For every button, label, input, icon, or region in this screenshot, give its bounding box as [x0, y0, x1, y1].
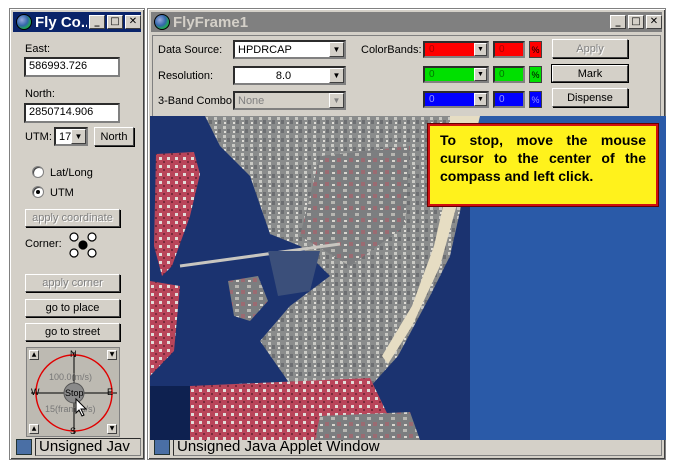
- java-icon: [154, 439, 170, 455]
- java-icon: [16, 439, 32, 455]
- corner-center[interactable]: [78, 240, 88, 250]
- flyframe-titlebar[interactable]: FlyFrame1 _ □ ✕: [151, 12, 662, 32]
- red-band-value: 0: [429, 44, 435, 55]
- maximize-button[interactable]: □: [628, 15, 644, 29]
- green-band-percent-field[interactable]: 0: [493, 66, 525, 83]
- data-source-label: Data Source:: [158, 44, 223, 56]
- east-label: East:: [25, 43, 51, 55]
- latlong-radio[interactable]: [32, 166, 44, 178]
- corner-label: Corner:: [25, 238, 62, 250]
- red-percent-button[interactable]: %: [529, 41, 542, 58]
- colorbands-label: ColorBands:: [361, 44, 422, 56]
- chevron-down-icon[interactable]: ▼: [71, 129, 86, 144]
- apply-button[interactable]: Apply: [552, 39, 628, 58]
- compass-east-label: E: [107, 387, 114, 397]
- corner-nw[interactable]: [69, 232, 79, 242]
- data-source-select[interactable]: HPDRCAP ▼: [233, 40, 346, 59]
- maximize-button[interactable]: □: [107, 15, 123, 29]
- east-field[interactable]: 586993.726: [24, 57, 120, 77]
- corner-ne[interactable]: [87, 232, 97, 242]
- north-label: North:: [25, 88, 55, 100]
- resolution-label: Resolution:: [158, 70, 214, 82]
- blue-band-select[interactable]: 0 ▼: [423, 91, 489, 108]
- north-button[interactable]: North: [94, 127, 134, 146]
- controls-panel: Data Source: HPDRCAP ▼ Resolution: 8.0 ▼…: [152, 35, 661, 117]
- mouse-cursor-icon: [75, 398, 88, 417]
- globe-icon: [16, 14, 32, 30]
- corner-selector[interactable]: [68, 231, 100, 259]
- globe-icon: [154, 14, 170, 30]
- close-button[interactable]: ✕: [125, 15, 141, 29]
- north-field[interactable]: 2850714.906: [24, 103, 120, 123]
- red-band-percent-field[interactable]: 0: [493, 41, 525, 58]
- compass-stop-button[interactable]: Stop: [65, 388, 84, 398]
- blue-band-percent-value: 0: [499, 94, 505, 105]
- latlong-label: Lat/Long: [50, 167, 93, 179]
- corner-sw[interactable]: [69, 248, 79, 258]
- left-status-text: Unsigned Jav: [35, 438, 141, 456]
- green-band-select[interactable]: 0 ▼: [423, 66, 489, 83]
- utm-label: UTM:: [25, 131, 52, 143]
- utm-radio-label: UTM: [50, 187, 74, 199]
- compass-west-label: W: [31, 387, 40, 397]
- compass-se-arrow[interactable]: ▼: [107, 424, 117, 434]
- band-combo-select[interactable]: None ▼: [233, 91, 346, 110]
- blue-band-value: 0: [429, 94, 435, 105]
- corner-se[interactable]: [87, 248, 97, 258]
- compass-south-label: S: [70, 426, 77, 436]
- blue-band-percent-field[interactable]: 0: [493, 91, 525, 108]
- red-band-select[interactable]: 0 ▼: [423, 41, 489, 58]
- resolution-select[interactable]: 8.0 ▼: [233, 66, 346, 85]
- chevron-down-icon[interactable]: ▼: [329, 42, 344, 57]
- utm-zone-select[interactable]: 17 ▼: [54, 127, 88, 146]
- fly-control-window: Fly Co... _ □ ✕ East: 586993.726 North: …: [9, 8, 145, 460]
- compass-nw-arrow[interactable]: ▲: [29, 350, 39, 360]
- close-button[interactable]: ✕: [646, 15, 662, 29]
- main-statusbar: Unsigned Java Applet Window: [151, 437, 662, 457]
- compass-ne-arrow[interactable]: ▼: [107, 350, 117, 360]
- minimize-button[interactable]: _: [610, 15, 626, 29]
- minimize-button[interactable]: _: [89, 15, 105, 29]
- help-tooltip: To stop, move the mouse cursor to the ce…: [427, 123, 659, 207]
- compass-panel[interactable]: ▲ ▼ ▲ ▼ N S E W 100.0(m/s) Stop 15(frame…: [26, 347, 120, 437]
- utm-zone-value: 17: [59, 130, 71, 143]
- chevron-down-icon[interactable]: ▼: [474, 68, 487, 81]
- band-combo-value: None: [238, 94, 265, 107]
- go-to-place-button[interactable]: go to place: [25, 299, 120, 317]
- compass-sw-arrow[interactable]: ▲: [29, 424, 39, 434]
- utm-radio[interactable]: [32, 186, 44, 198]
- mark-button[interactable]: Mark: [552, 65, 628, 82]
- combo-label: 3-Band Combo:: [158, 95, 236, 107]
- data-source-value: HPDRCAP: [238, 43, 292, 56]
- compass-speed-text: 100.0(m/s): [49, 372, 93, 382]
- go-to-street-button[interactable]: go to street: [25, 323, 120, 341]
- compass-north-label: N: [70, 349, 77, 359]
- green-percent-button[interactable]: %: [529, 66, 542, 83]
- apply-corner-button[interactable]: apply corner: [25, 274, 120, 292]
- fly-control-titlebar[interactable]: Fly Co... _ □ ✕: [13, 12, 141, 32]
- red-band-percent-value: 0: [499, 44, 505, 55]
- chevron-down-icon[interactable]: ▼: [329, 93, 344, 108]
- apply-coordinate-button[interactable]: apply coordinate: [25, 209, 120, 227]
- chevron-down-icon[interactable]: ▼: [474, 43, 487, 56]
- green-band-percent-value: 0: [499, 69, 505, 80]
- dispense-button[interactable]: Dispense: [552, 88, 628, 107]
- green-band-value: 0: [429, 69, 435, 80]
- main-status-text: Unsigned Java Applet Window: [173, 438, 662, 456]
- chevron-down-icon[interactable]: ▼: [474, 93, 487, 106]
- blue-percent-button[interactable]: %: [529, 91, 542, 108]
- window-title: FlyFrame1: [173, 13, 249, 31]
- chevron-down-icon[interactable]: ▼: [329, 68, 344, 83]
- window-title: Fly Co...: [35, 13, 87, 31]
- left-statusbar: Unsigned Jav: [13, 437, 141, 457]
- resolution-value: 8.0: [275, 69, 292, 82]
